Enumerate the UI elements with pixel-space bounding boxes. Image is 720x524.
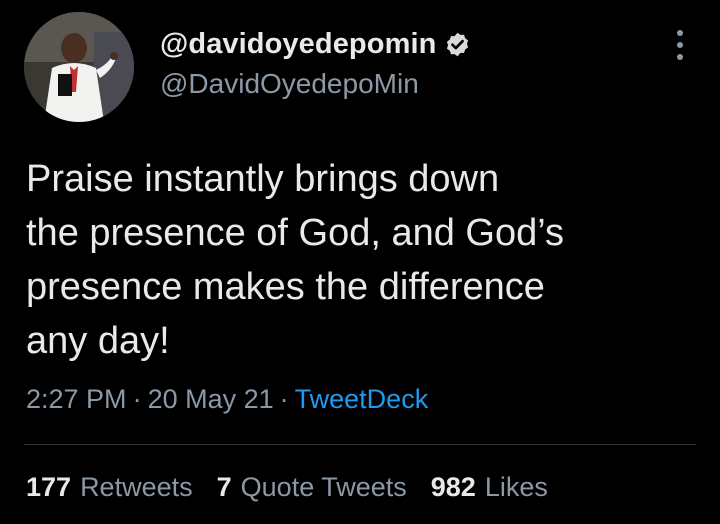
likes-label: Likes [484, 472, 548, 502]
quote-tweets-label: Quote Tweets [240, 472, 407, 502]
quote-tweets-stat[interactable]: 7 Quote Tweets [217, 472, 407, 503]
display-name-row: @davidoyedepomin [160, 24, 471, 64]
more-options-button[interactable] [670, 30, 690, 60]
user-info: @davidoyedepomin @DavidOyedepoMin [160, 24, 471, 100]
retweets-stat[interactable]: 177 Retweets [26, 472, 193, 503]
meta-separator: · [279, 384, 289, 414]
avatar[interactable] [24, 12, 134, 122]
verified-badge-icon [444, 31, 471, 58]
meta-separator: · [132, 384, 142, 414]
retweets-label: Retweets [80, 472, 193, 502]
tweet-date[interactable]: 20 May 21 [148, 384, 274, 415]
avatar-image [24, 12, 134, 122]
engagement-stats: 177 Retweets 7 Quote Tweets 982 Likes [26, 472, 572, 503]
divider [24, 444, 696, 445]
handle[interactable]: @DavidOyedepoMin [160, 68, 471, 100]
more-vertical-icon [677, 54, 683, 60]
tweet-time[interactable]: 2:27 PM [26, 384, 127, 415]
display-name[interactable]: @davidoyedepomin [160, 28, 436, 61]
quote-tweets-count: 7 [216, 472, 232, 502]
retweets-count: 177 [26, 472, 72, 502]
tweet-source-link[interactable]: TweetDeck [295, 384, 429, 415]
likes-stat[interactable]: 982 Likes [431, 472, 548, 503]
tweet-meta: 2:27 PM · 20 May 21 · TweetDeck [26, 384, 428, 415]
more-vertical-icon [677, 42, 683, 48]
tweet-detail: @davidoyedepomin @DavidOyedepoMin Praise… [0, 0, 720, 524]
likes-count: 982 [430, 472, 476, 502]
more-vertical-icon [677, 30, 683, 36]
tweet-text: Praise instantly brings down the presenc… [26, 158, 564, 362]
